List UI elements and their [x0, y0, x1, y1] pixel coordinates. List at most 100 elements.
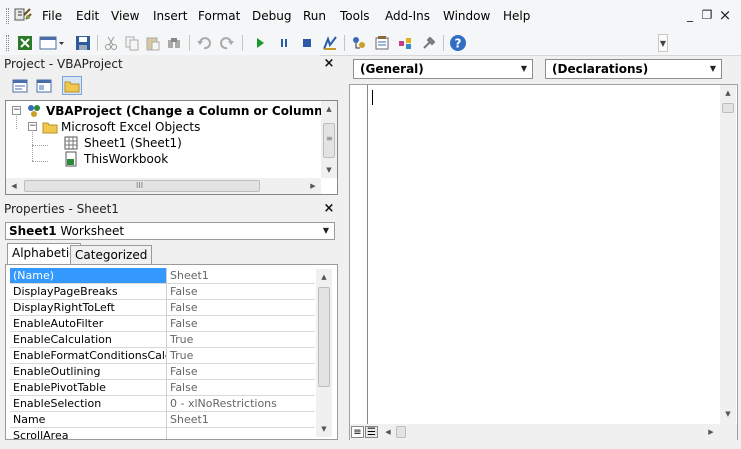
property-row[interactable]: ScrollArea: [10, 428, 315, 439]
redo-icon[interactable]: [217, 33, 237, 53]
scroll-thumb[interactable]: [318, 287, 330, 387]
property-row[interactable]: EnableAutoFilter False: [10, 316, 315, 332]
property-row[interactable]: EnableFormatConditionsCalculat True: [10, 348, 315, 364]
reset-icon[interactable]: [297, 33, 317, 53]
menu-insert[interactable]: Insert: [153, 9, 187, 23]
property-row[interactable]: Name Sheet1: [10, 412, 315, 428]
property-value[interactable]: True: [168, 348, 315, 363]
properties-icon[interactable]: [372, 33, 392, 53]
restore-button[interactable]: ❐: [700, 8, 714, 22]
excel-view-icon[interactable]: [15, 33, 35, 53]
scroll-up-arrow[interactable]: ▲: [321, 101, 337, 117]
menu-window[interactable]: Window: [443, 9, 490, 23]
scroll-left-arrow[interactable]: ◀: [6, 178, 22, 194]
tree-vertical-scrollbar[interactable]: ▲ ≡ ▼: [321, 101, 337, 178]
property-value[interactable]: False: [168, 300, 315, 315]
properties-pane-close-button[interactable]: ×: [322, 202, 336, 216]
property-value[interactable]: [168, 428, 315, 439]
scroll-down-arrow[interactable]: ▼: [316, 421, 332, 437]
menu-format[interactable]: Format: [198, 9, 240, 23]
view-object-icon[interactable]: [34, 76, 54, 95]
property-value[interactable]: Sheet1: [168, 412, 315, 427]
chevron-down-icon[interactable]: ▼: [318, 223, 334, 239]
property-value[interactable]: False: [168, 316, 315, 331]
project-pane-close-button[interactable]: ×: [322, 57, 336, 71]
tree-item-sheet1[interactable]: Sheet1 (Sheet1): [84, 135, 182, 151]
tab-categorized[interactable]: Categorized: [70, 245, 153, 266]
property-value[interactable]: 0 - xlNoRestrictions: [168, 396, 315, 411]
tree-collapse-folder[interactable]: −: [28, 122, 37, 131]
menu-grip[interactable]: [6, 8, 9, 24]
cut-icon[interactable]: [101, 33, 121, 53]
property-row[interactable]: EnablePivotTable False: [10, 380, 315, 396]
property-row[interactable]: EnableSelection 0 - xlNoRestrictions: [10, 396, 315, 412]
insert-userform-icon[interactable]: [38, 33, 66, 53]
scroll-left-arrow[interactable]: ◀: [380, 424, 396, 440]
tree-horizontal-scrollbar[interactable]: ◀ III ▶: [6, 178, 321, 194]
property-row[interactable]: DisplayPageBreaks False: [10, 284, 315, 300]
worksheet-icon: [64, 136, 78, 150]
help-icon[interactable]: ?: [448, 33, 468, 53]
vba-app-icon[interactable]: [14, 7, 32, 23]
save-icon[interactable]: [73, 33, 93, 53]
scroll-up-arrow[interactable]: ▲: [720, 85, 736, 101]
menu-debug[interactable]: Debug: [252, 9, 291, 23]
code-margin-indicator-bar[interactable]: [350, 85, 368, 424]
close-window-button[interactable]: ×: [718, 8, 732, 23]
object-selector-dropdown[interactable]: Sheet1 Worksheet ▼: [5, 222, 335, 240]
property-value[interactable]: Sheet1: [168, 268, 315, 283]
toggle-folders-icon[interactable]: [62, 76, 82, 95]
property-value[interactable]: False: [168, 284, 315, 299]
toolbar-grip[interactable]: [6, 35, 9, 51]
code-horizontal-scrollbar[interactable]: ≡ ☰ ◀ ▶: [350, 424, 737, 440]
object-browser-icon[interactable]: [395, 33, 415, 53]
property-value[interactable]: True: [168, 332, 315, 347]
folder-icon: [42, 122, 58, 134]
chevron-down-icon[interactable]: ▼: [705, 61, 721, 77]
break-icon[interactable]: [274, 33, 294, 53]
toolbar-options-chevron[interactable]: ▼: [658, 34, 668, 52]
menu-file[interactable]: File: [42, 9, 62, 23]
tree-item-thisworkbook[interactable]: ThisWorkbook: [84, 151, 168, 167]
minimize-button[interactable]: _: [683, 8, 697, 22]
tree-collapse-root[interactable]: −: [12, 106, 21, 115]
chevron-down-icon[interactable]: ▼: [516, 61, 532, 77]
scroll-right-arrow[interactable]: ▶: [703, 424, 719, 440]
paste-icon[interactable]: [143, 33, 163, 53]
property-row[interactable]: DisplayRightToLeft False: [10, 300, 315, 316]
scroll-right-arrow[interactable]: ▶: [305, 178, 321, 194]
run-icon[interactable]: [250, 33, 270, 53]
property-row[interactable]: EnableCalculation True: [10, 332, 315, 348]
menu-edit[interactable]: Edit: [76, 9, 99, 23]
undo-icon[interactable]: [194, 33, 214, 53]
procedure-combo[interactable]: (Declarations) ▼: [545, 59, 722, 79]
tree-item-excel-objects[interactable]: Microsoft Excel Objects: [61, 119, 200, 135]
toolbox-icon[interactable]: [419, 33, 439, 53]
code-editor[interactable]: ▲ ▼ ≡ ☰ ◀ ▶: [349, 84, 738, 440]
scroll-down-arrow[interactable]: ▼: [321, 162, 337, 178]
project-explorer-icon[interactable]: [349, 33, 369, 53]
properties-vertical-scrollbar[interactable]: ▲ ▼: [316, 269, 332, 437]
menu-tools[interactable]: Tools: [340, 9, 370, 23]
property-row[interactable]: EnableOutlining False: [10, 364, 315, 380]
property-value[interactable]: False: [168, 364, 315, 379]
tree-item-vbaproject[interactable]: VBAProject (Change a Column or Columns t…: [46, 103, 337, 119]
scroll-thumb[interactable]: [722, 103, 734, 113]
property-row[interactable]: (Name) Sheet1: [10, 268, 315, 284]
menu-help[interactable]: Help: [503, 9, 530, 23]
property-value[interactable]: False: [168, 380, 315, 395]
object-combo[interactable]: (General) ▼: [353, 59, 533, 79]
view-code-icon[interactable]: [10, 76, 30, 95]
procedure-view-icon[interactable]: ≡: [351, 426, 364, 438]
menu-view[interactable]: View: [111, 9, 139, 23]
menu-add-ins[interactable]: Add-Ins: [385, 9, 430, 23]
scroll-down-arrow[interactable]: ▼: [720, 406, 736, 422]
code-vertical-scrollbar[interactable]: ▲ ▼: [720, 85, 736, 424]
full-module-view-icon[interactable]: ☰: [365, 426, 378, 438]
scroll-thumb[interactable]: [396, 426, 406, 438]
design-mode-icon[interactable]: [320, 33, 340, 53]
copy-icon[interactable]: [122, 33, 142, 53]
find-icon[interactable]: [164, 33, 184, 53]
menu-run[interactable]: Run: [303, 9, 326, 23]
scroll-up-arrow[interactable]: ▲: [316, 269, 332, 285]
